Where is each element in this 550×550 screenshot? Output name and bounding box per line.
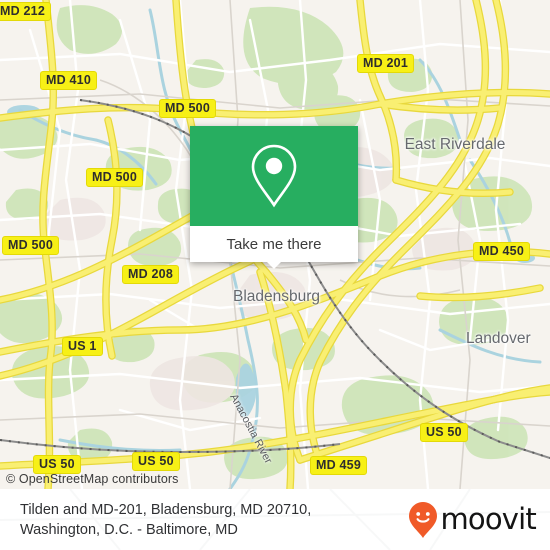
highway-shield: MD 500: [159, 99, 216, 118]
location-pin-icon: [251, 144, 297, 208]
popup-pin-area: [190, 126, 358, 226]
place-label: East Riverdale: [404, 136, 506, 153]
highway-shield: MD 410: [40, 71, 97, 90]
highway-shield: MD 459: [310, 456, 367, 475]
moovit-smiley-pin-icon: [409, 501, 438, 538]
location-popup-card[interactable]: Take me there: [190, 126, 358, 269]
map-canvas[interactable]: MD 212 MD 410 MD 500 MD 201 MD 500 MD 500 MD 2…: [0, 0, 550, 489]
footer-bar: Tilden and MD-201, Bladensburg, MD 20710…: [0, 489, 550, 550]
popup-tail: [266, 261, 282, 269]
highway-shield: MD 208: [122, 265, 179, 284]
highway-shield: MD 212: [0, 2, 51, 21]
highway-shield: MD 500: [86, 168, 143, 187]
location-title: Tilden and MD-201, Bladensburg, MD 20710…: [20, 501, 312, 538]
osm-attribution: © OpenStreetMap contributors: [6, 472, 179, 486]
highway-shield: MD 201: [357, 54, 414, 73]
highway-shield: US 50: [132, 452, 180, 471]
moovit-wordmark: moovit: [440, 502, 536, 536]
place-label: Bladensburg: [233, 288, 321, 305]
map-screenshot: MD 212 MD 410 MD 500 MD 201 MD 500 MD 500 MD 2…: [0, 0, 550, 550]
place-label: Landover: [466, 330, 531, 347]
highway-shield: MD 450: [473, 242, 530, 261]
moovit-logo[interactable]: moovit: [408, 501, 537, 539]
highway-shield: US 50: [420, 423, 468, 442]
highway-shield: US 1: [62, 337, 103, 356]
highway-shield: MD 500: [2, 236, 59, 255]
take-me-there-button[interactable]: Take me there: [190, 226, 358, 262]
